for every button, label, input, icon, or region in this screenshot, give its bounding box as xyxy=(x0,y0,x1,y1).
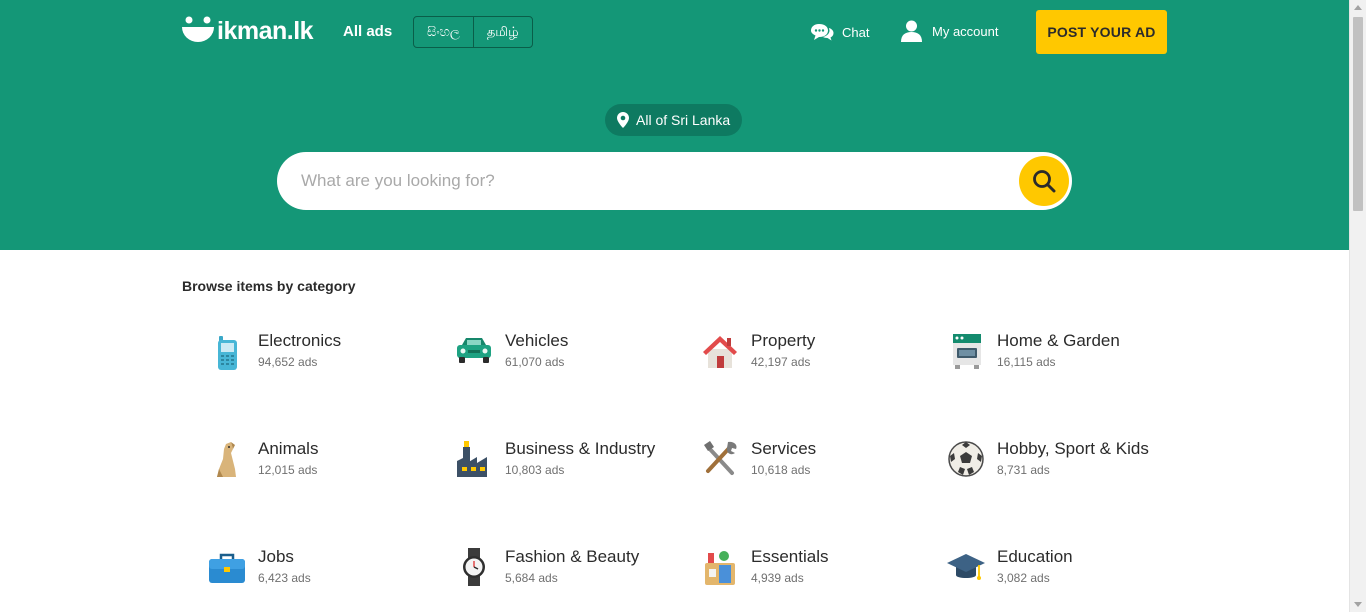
site-logo[interactable]: ikman.lk xyxy=(182,16,314,46)
location-label: All of Sri Lanka xyxy=(636,112,731,128)
category-count: 12,015 ads xyxy=(258,463,318,477)
language-switcher: සිංහල தமிழ் xyxy=(413,16,533,48)
category-count: 4,939 ads xyxy=(751,571,804,585)
category-home-garden[interactable]: Home & Garden 16,115 ads xyxy=(921,331,1161,381)
category-name: Animals xyxy=(258,439,319,458)
category-vehicles[interactable]: Vehicles 61,070 ads xyxy=(429,331,669,381)
scroll-up-arrow-icon[interactable] xyxy=(1354,5,1362,10)
category-services[interactable]: Services 10,618 ads xyxy=(675,439,915,489)
category-name: Jobs xyxy=(258,547,294,566)
chat-label: Chat xyxy=(842,24,870,40)
graduation-cap-icon xyxy=(946,547,986,587)
category-count: 42,197 ads xyxy=(751,355,811,369)
category-jobs[interactable]: Jobs 6,423 ads xyxy=(182,547,422,597)
category-count: 61,070 ads xyxy=(505,355,565,369)
category-count: 10,618 ads xyxy=(751,463,811,477)
car-icon xyxy=(454,331,494,371)
category-name: Education xyxy=(997,547,1073,566)
category-name: Business & Industry xyxy=(505,439,656,458)
location-selector[interactable]: All of Sri Lanka xyxy=(605,104,743,136)
soccer-ball-icon xyxy=(946,439,986,479)
search-button[interactable] xyxy=(1019,156,1069,206)
category-electronics[interactable]: Electronics 94,652 ads xyxy=(182,331,422,381)
header-hero: ikman.lk All ads සිංහල தமிழ் Chat My acc… xyxy=(0,0,1349,250)
category-count: 8,731 ads xyxy=(997,463,1050,477)
scroll-down-arrow-icon[interactable] xyxy=(1354,602,1362,607)
category-business-industry[interactable]: Business & Industry 10,803 ads xyxy=(429,439,669,489)
category-count: 3,082 ads xyxy=(997,571,1050,585)
category-count: 10,803 ads xyxy=(505,463,565,477)
category-count: 16,115 ads xyxy=(997,355,1056,369)
category-name: Fashion & Beauty xyxy=(505,547,640,566)
search-icon xyxy=(1033,170,1056,193)
category-name: Electronics xyxy=(258,331,342,350)
wristwatch-icon xyxy=(454,547,494,587)
category-count: 6,423 ads xyxy=(258,571,311,585)
chat-link[interactable]: Chat xyxy=(810,22,869,42)
location-pin-icon xyxy=(617,112,629,128)
page-scrollbar[interactable] xyxy=(1349,0,1366,612)
mobile-phone-icon xyxy=(207,331,247,371)
category-name: Services xyxy=(751,439,817,458)
category-fashion-beauty[interactable]: Fashion & Beauty 5,684 ads xyxy=(429,547,669,597)
category-property[interactable]: Property 42,197 ads xyxy=(675,331,915,381)
search-input[interactable] xyxy=(301,167,1001,195)
category-name: Home & Garden xyxy=(997,331,1120,350)
post-ad-button[interactable]: POST YOUR AD xyxy=(1036,10,1167,54)
chat-bubbles-icon xyxy=(811,24,834,41)
house-icon xyxy=(700,331,740,371)
dog-icon xyxy=(207,439,247,479)
category-name: Vehicles xyxy=(505,331,569,350)
logo-icon xyxy=(182,16,214,46)
category-animals[interactable]: Animals 12,015 ads xyxy=(182,439,422,489)
category-education[interactable]: Education 3,082 ads xyxy=(921,547,1161,597)
lang-sinhala-button[interactable]: සිංහල xyxy=(414,17,473,47)
all-ads-link[interactable]: All ads xyxy=(343,23,392,40)
search-bar xyxy=(277,152,1072,210)
category-name: Essentials xyxy=(751,547,829,566)
category-count: 94,652 ads xyxy=(258,355,318,369)
category-hobby-sport-kids[interactable]: Hobby, Sport & Kids 8,731 ads xyxy=(921,439,1161,489)
logo-text: ikman.lk xyxy=(217,16,314,45)
tools-icon xyxy=(700,439,740,479)
grocery-bag-icon xyxy=(700,547,740,587)
my-account-link[interactable]: My account xyxy=(901,20,998,42)
stove-icon xyxy=(946,331,986,371)
category-essentials[interactable]: Essentials 4,939 ads xyxy=(675,547,915,597)
category-name: Property xyxy=(751,331,816,350)
lang-tamil-button[interactable]: தமிழ் xyxy=(472,17,532,47)
browse-categories-title: Browse items by category xyxy=(182,278,356,294)
briefcase-icon xyxy=(207,547,247,587)
factory-icon xyxy=(454,439,494,479)
category-name: Hobby, Sport & Kids xyxy=(997,439,1149,458)
scrollbar-thumb[interactable] xyxy=(1353,17,1363,211)
user-icon xyxy=(901,20,922,42)
category-count: 5,684 ads xyxy=(505,571,558,585)
my-account-label: My account xyxy=(932,23,999,39)
